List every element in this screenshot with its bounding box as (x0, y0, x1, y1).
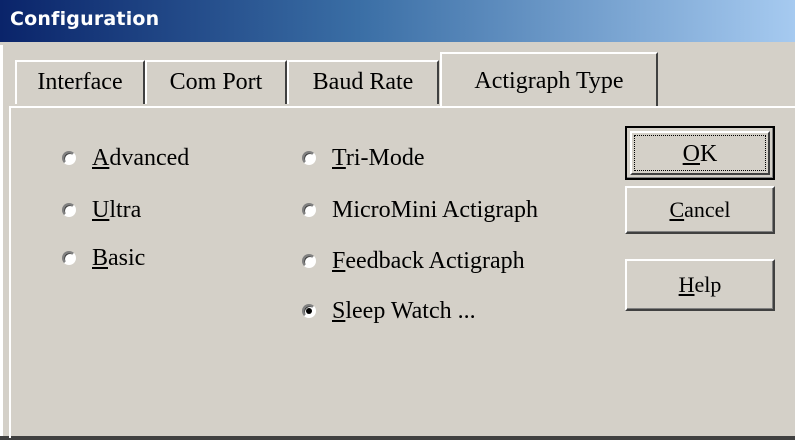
tab-panel-actigraph-type (9, 106, 795, 438)
window-title: Configuration (10, 8, 160, 30)
title-bar[interactable]: Configuration (0, 0, 795, 45)
tab-baud-rate[interactable]: Baud Rate (287, 60, 439, 104)
tab-interface[interactable]: Interface (15, 60, 145, 104)
window-left-border (0, 45, 3, 440)
configuration-dialog: Configuration Interface Com Port Baud Ra… (0, 0, 795, 440)
tab-actigraph-type[interactable]: Actigraph Type (440, 52, 658, 106)
tab-com-port[interactable]: Com Port (145, 60, 287, 104)
